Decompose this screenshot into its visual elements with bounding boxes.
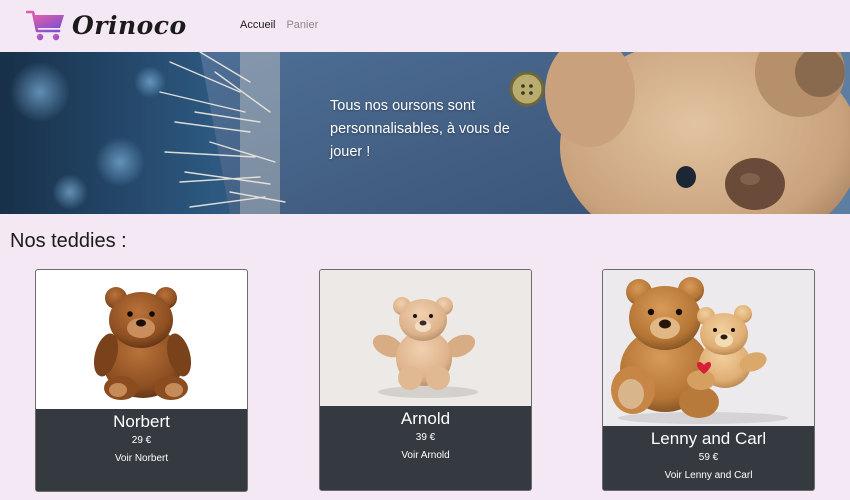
nav-item-accueil[interactable]: Accueil xyxy=(240,19,275,31)
view-product-link-arnold[interactable]: Voir Arnold xyxy=(401,450,449,461)
product-name: Norbert xyxy=(113,412,170,431)
product-price: 39 € xyxy=(415,432,436,443)
shopping-cart-icon xyxy=(26,10,64,41)
hero-tagline: Tous nos oursons sont personnalisables, … xyxy=(330,98,510,160)
brand-name: Orinoco xyxy=(72,11,187,40)
nav-item-panier[interactable]: Panier xyxy=(286,19,318,31)
product-image-lenny-and-carl xyxy=(603,270,814,426)
view-product-link-lenny-and-carl[interactable]: Voir Lenny and Carl xyxy=(665,470,753,481)
navbar: Orinoco Accueil Panier xyxy=(0,0,850,52)
product-name: Arnold xyxy=(400,409,451,428)
product-image-norbert xyxy=(36,270,247,409)
view-product-link-norbert[interactable]: Voir Norbert xyxy=(115,453,168,464)
section-title: Nos teddies : xyxy=(10,230,127,252)
product-price: 59 € xyxy=(698,452,719,463)
product-card-arnold: Arnold 39 € Voir Arnold xyxy=(319,269,532,491)
product-image-arnold xyxy=(320,270,531,406)
product-card-lenny-and-carl: Lenny and Carl 59 € Voir Lenny and Carl xyxy=(602,269,815,491)
product-card-norbert: Norbert 29 € Voir Norbert xyxy=(35,269,248,492)
main-nav: Accueil Panier xyxy=(240,19,318,31)
product-body-lenny-and-carl: Lenny and Carl 59 € Voir Lenny and Carl xyxy=(603,426,814,490)
product-body-arnold: Arnold 39 € Voir Arnold xyxy=(320,406,531,490)
hero-banner: Tous nos oursons sont personnalisables, … xyxy=(0,52,850,214)
product-body-norbert: Norbert 29 € Voir Norbert xyxy=(36,409,247,491)
product-name: Lenny and Carl xyxy=(650,429,767,448)
product-price: 29 € xyxy=(131,435,152,446)
